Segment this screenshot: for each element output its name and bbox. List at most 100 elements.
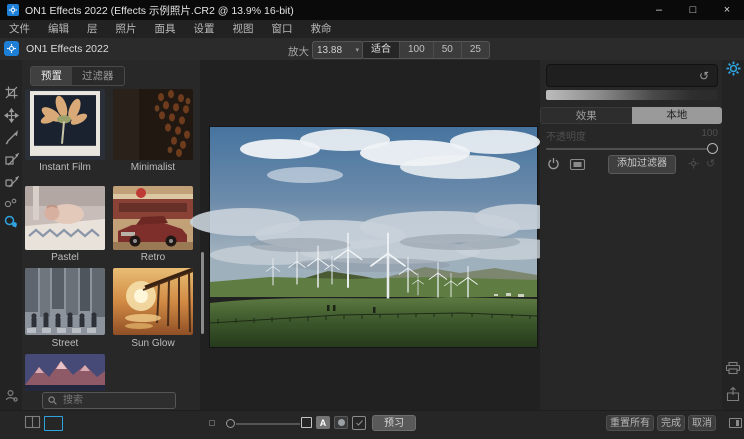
zoom-level-value: 13.88 bbox=[317, 45, 342, 56]
preview-button[interactable]: 预习 bbox=[372, 415, 416, 431]
left-panel-tabs: 预置 过滤器 bbox=[30, 66, 125, 86]
right-tool-rail bbox=[722, 60, 744, 439]
show-original-icon[interactable]: A bbox=[316, 416, 330, 429]
app-name-label: ON1 Effects 2022 bbox=[26, 43, 109, 55]
close-button[interactable]: × bbox=[710, 0, 744, 20]
sun-glow-art bbox=[113, 268, 193, 335]
gradient-bar bbox=[546, 90, 718, 100]
filter-controls-row: 添加过滤器 ↺ bbox=[546, 155, 718, 173]
window-title: ON1 Effects 2022 (Effects 示例照片.CR2 @ 13.… bbox=[25, 3, 294, 18]
tab-presets[interactable]: 预置 bbox=[31, 67, 72, 85]
menu-item-photo[interactable]: 照片 bbox=[107, 20, 146, 38]
photo-canvas[interactable] bbox=[210, 127, 537, 347]
transform-tool-icon[interactable] bbox=[0, 105, 22, 125]
menu-item-help[interactable]: 救命 bbox=[302, 20, 341, 38]
window-controls: – □ × bbox=[642, 0, 744, 20]
zoom-100-button[interactable]: 100 bbox=[400, 42, 434, 58]
search-input[interactable] bbox=[61, 394, 170, 407]
street-art bbox=[25, 268, 105, 335]
preset-thumbnail-retro[interactable] bbox=[113, 186, 193, 250]
effects-module-icon[interactable] bbox=[722, 58, 744, 78]
search-icon bbox=[48, 396, 57, 405]
single-view-icon[interactable] bbox=[44, 416, 63, 431]
menu-item-settings[interactable]: 设置 bbox=[185, 20, 224, 38]
done-button[interactable]: 完成 bbox=[657, 415, 685, 431]
menu-item-edit[interactable]: 编辑 bbox=[39, 20, 78, 38]
local-adjust-brush-icon[interactable] bbox=[0, 171, 22, 191]
opacity-row: 不透明度 100 bbox=[546, 128, 718, 143]
mountain-art bbox=[25, 354, 105, 391]
preset-thumbnail-street[interactable] bbox=[25, 268, 105, 335]
wind-farm-photo bbox=[210, 127, 537, 347]
crop-tool-icon[interactable] bbox=[0, 82, 22, 102]
menu-item-view[interactable]: 视图 bbox=[224, 20, 263, 38]
opacity-label: 不透明度 bbox=[546, 128, 586, 143]
zoom-50-button[interactable]: 50 bbox=[434, 42, 462, 58]
zoom-level-dropdown[interactable]: 13.88 ▾ bbox=[312, 41, 364, 59]
minimalist-art bbox=[113, 89, 193, 160]
tab-effects[interactable]: 效果 bbox=[540, 107, 632, 124]
slider-track bbox=[546, 148, 712, 150]
preset-strength-box: ↺ bbox=[546, 64, 718, 87]
adjustment-brush-icon[interactable] bbox=[0, 127, 22, 147]
app-window: ON1 Effects 2022 (Effects 示例照片.CR2 @ 13.… bbox=[0, 0, 744, 439]
title-bar: ON1 Effects 2022 (Effects 示例照片.CR2 @ 13.… bbox=[0, 0, 744, 20]
split-view-icon[interactable] bbox=[24, 415, 40, 429]
menu-bar: 文件 编辑 层 照片 面具 设置 视图 窗口 救命 bbox=[0, 20, 744, 38]
account-icon[interactable] bbox=[0, 385, 22, 405]
menu-item-mask[interactable]: 面具 bbox=[146, 20, 185, 38]
filter-settings-gear-icon[interactable] bbox=[688, 158, 699, 169]
preset-thumbnail-sun-glow[interactable] bbox=[113, 268, 193, 335]
menu-item-window[interactable]: 窗口 bbox=[263, 20, 302, 38]
cancel-button[interactable]: 取消 bbox=[688, 415, 716, 431]
zoom-preset-group: 适合 100 50 25 bbox=[362, 41, 490, 59]
refine-tool-icon[interactable] bbox=[0, 193, 22, 213]
presets-scrollbar[interactable] bbox=[201, 252, 204, 334]
compare-view-icon[interactable] bbox=[301, 417, 312, 428]
filter-undo-icon[interactable]: ↺ bbox=[706, 157, 715, 170]
preset-label: Retro bbox=[113, 252, 193, 263]
preset-thumbnail-partial[interactable] bbox=[25, 354, 105, 391]
thumb-size-slider-knob[interactable] bbox=[226, 419, 235, 428]
menu-item-file[interactable]: 文件 bbox=[0, 20, 39, 38]
reset-all-button[interactable]: 重置所有 bbox=[606, 415, 654, 431]
instant-film-art bbox=[25, 89, 105, 160]
chevron-down-icon: ▾ bbox=[355, 46, 359, 54]
add-filter-button[interactable]: 添加过滤器 bbox=[608, 155, 676, 174]
preset-label: Street bbox=[25, 338, 105, 349]
tab-filters[interactable]: 过滤器 bbox=[72, 67, 124, 85]
on1-logo-icon bbox=[4, 41, 19, 56]
soft-proof-icon[interactable] bbox=[352, 416, 366, 430]
power-toggle-icon[interactable] bbox=[548, 158, 559, 170]
thumb-size-slider-track[interactable] bbox=[236, 423, 300, 425]
preset-thumbnail-minimalist[interactable] bbox=[113, 89, 193, 160]
show-mask-icon[interactable] bbox=[334, 416, 348, 429]
app-logo-icon bbox=[7, 4, 19, 16]
minimize-button[interactable]: – bbox=[642, 0, 676, 20]
fit-button[interactable]: 适合 bbox=[363, 42, 400, 58]
zoom-tool-icon[interactable] bbox=[0, 212, 22, 232]
maximize-button[interactable]: □ bbox=[676, 0, 710, 20]
reset-icon[interactable]: ↺ bbox=[699, 69, 709, 83]
right-panel-tabs: 效果 本地 bbox=[540, 107, 722, 124]
filmstrip-toggle-icon[interactable] bbox=[729, 418, 742, 428]
print-icon[interactable] bbox=[722, 358, 744, 378]
opacity-slider[interactable] bbox=[546, 143, 718, 155]
menu-item-layers[interactable]: 层 bbox=[78, 20, 107, 38]
slider-knob[interactable] bbox=[707, 143, 718, 154]
preset-label: Instant Film bbox=[25, 162, 105, 173]
opacity-value: 100 bbox=[701, 128, 718, 143]
preset-thumbnail-pastel[interactable] bbox=[25, 186, 105, 250]
retro-art bbox=[113, 186, 193, 250]
zoom-25-button[interactable]: 25 bbox=[462, 42, 489, 58]
masking-brush-icon[interactable] bbox=[0, 149, 22, 169]
preset-thumbnail-instant-film[interactable] bbox=[25, 89, 105, 160]
pastel-art bbox=[25, 186, 105, 250]
zoom-label: 放大 bbox=[288, 44, 309, 59]
preset-label: Minimalist bbox=[113, 162, 193, 173]
preset-search-box bbox=[42, 392, 176, 409]
preset-label: Sun Glow bbox=[113, 338, 193, 349]
export-icon[interactable] bbox=[722, 384, 744, 404]
tab-local[interactable]: 本地 bbox=[632, 107, 723, 124]
mask-view-icon[interactable] bbox=[570, 159, 585, 170]
